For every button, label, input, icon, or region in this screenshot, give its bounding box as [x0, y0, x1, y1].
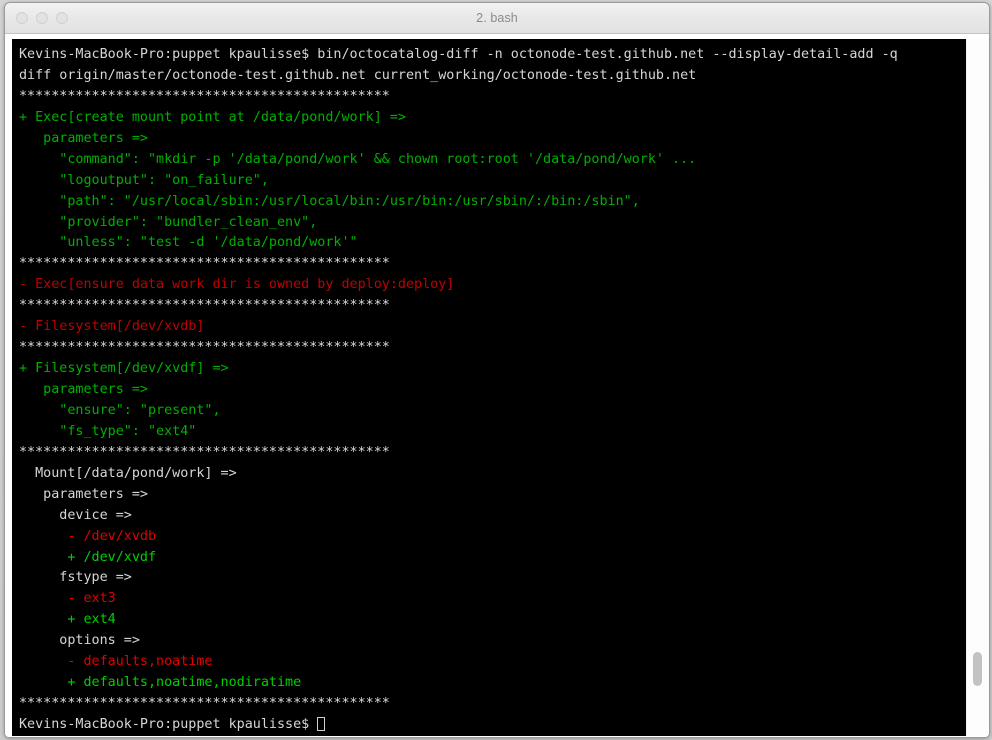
terminal-line: Mount[/data/pond/work] => [19, 465, 237, 481]
scrollbar-thumb[interactable] [973, 652, 982, 687]
terminal-line: "logoutput": "on_failure", [19, 172, 269, 188]
terminal-line: fstype => [19, 570, 132, 586]
terminal-line: "provider": "bundler_clean_env", [19, 214, 318, 230]
terminal-line: + /dev/xvdf [19, 549, 157, 565]
terminal-line: ****************************************… [19, 298, 390, 314]
terminal-line: "ensure": "present", [19, 402, 221, 418]
terminal-line: Kevins-MacBook-Pro:puppet kpaulisse$ bin… [19, 47, 898, 62]
window-titlebar[interactable]: 2. bash [5, 3, 989, 34]
terminal-line: "path": "/usr/local/sbin:/usr/local/bin:… [19, 193, 640, 209]
terminal-output: Kevins-MacBook-Pro:puppet kpaulisse$ bin… [19, 45, 966, 736]
terminal-line: diff origin/master/octonode-test.github.… [19, 67, 697, 83]
terminal-line: "unless": "test -d '/data/pond/work'" [19, 235, 358, 251]
window-controls [16, 3, 68, 33]
terminal-line: ****************************************… [19, 256, 390, 272]
terminal-line: - /dev/xvdb [19, 528, 157, 544]
desktop-background: 2. bash Kevins-MacBook-Pro:puppet kpauli… [0, 0, 992, 740]
terminal-line: ****************************************… [19, 696, 390, 712]
terminal-line: ****************************************… [19, 340, 390, 356]
terminal-line: "fs_type": "ext4" [19, 423, 197, 439]
close-button-icon[interactable] [16, 12, 28, 24]
terminal-line: "command": "mkdir -p '/data/pond/work' &… [19, 151, 697, 167]
terminal-line: + defaults,noatime,nodiratime [19, 675, 302, 691]
terminal-line: - Filesystem[/dev/xvdb] [19, 319, 205, 335]
terminal-line: + Exec[create mount point at /data/pond/… [19, 109, 406, 125]
terminal-line: - Exec[ensure data work dir is owned by … [19, 277, 455, 293]
terminal-line: + ext4 [19, 612, 116, 628]
terminal-line: + Filesystem[/dev/xvdf] => [19, 361, 229, 377]
terminal-line: Kevins-MacBook-Pro:puppet kpaulisse$ [19, 715, 966, 736]
terminal-line: ****************************************… [19, 444, 390, 460]
terminal-line: device => [19, 507, 132, 523]
minimize-button-icon[interactable] [36, 12, 48, 24]
terminal-line: parameters => [19, 130, 148, 146]
terminal-line: parameters => [19, 382, 148, 397]
window-title: 2. bash [476, 11, 518, 25]
terminal-line: options => [19, 633, 140, 649]
terminal-cursor [317, 716, 325, 731]
terminal-window: 2. bash Kevins-MacBook-Pro:puppet kpauli… [4, 2, 990, 738]
terminal-screen[interactable]: Kevins-MacBook-Pro:puppet kpaulisse$ bin… [12, 39, 966, 736]
zoom-button-icon[interactable] [56, 12, 68, 24]
terminal-line: ****************************************… [19, 88, 390, 104]
terminal-scrollbar[interactable] [966, 39, 989, 736]
terminal-body: Kevins-MacBook-Pro:puppet kpaulisse$ bin… [5, 34, 989, 737]
terminal-line: parameters => [19, 486, 148, 502]
terminal-line: - ext3 [19, 591, 116, 607]
terminal-line: - defaults,noatime [19, 654, 213, 670]
